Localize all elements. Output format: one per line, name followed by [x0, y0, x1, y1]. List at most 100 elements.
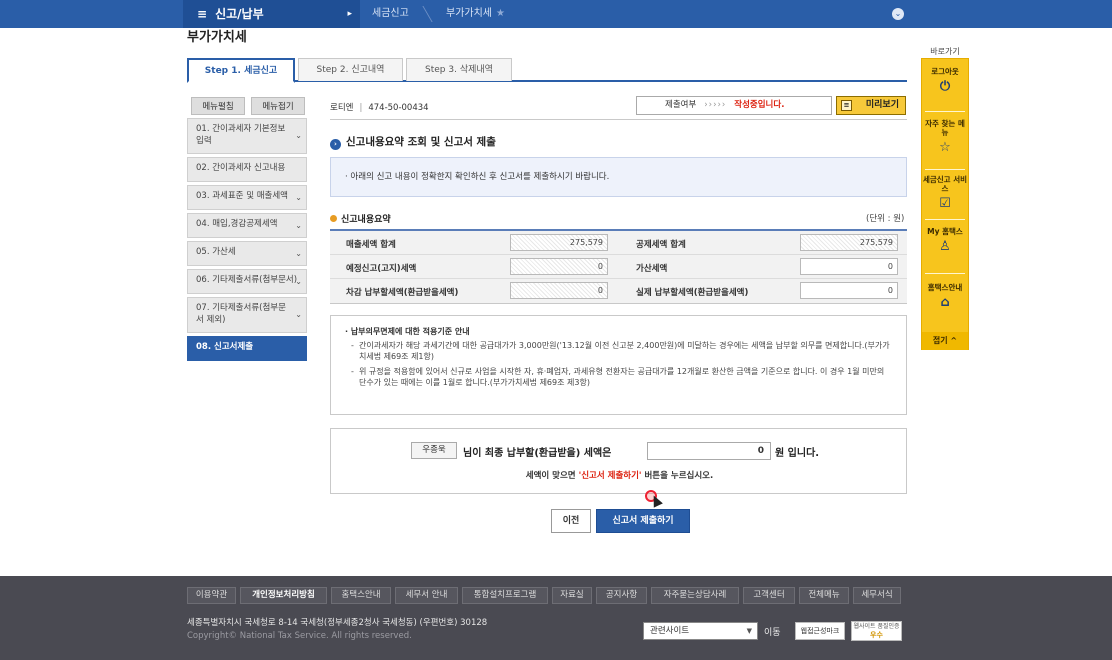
- final-tax-box: 우종욱 님이 최종 납부할(환급받을) 세액은 0 원 입니다. 세액이 맞으면…: [330, 428, 907, 494]
- footer-link-all-menu[interactable]: 전체메뉴: [799, 587, 849, 604]
- sidebar-item-label: 04. 매입,경감공제세액: [196, 219, 278, 229]
- preview-label: 미리보기: [865, 100, 899, 110]
- chevron-down-icon: ▼: [746, 627, 752, 635]
- menu-expand-button[interactable]: 메뉴펼침: [191, 97, 245, 115]
- quick-my-hometax-label: My 홈택스: [927, 227, 963, 236]
- star-icon[interactable]: ★: [496, 8, 505, 19]
- preview-button[interactable]: ≡ 미리보기: [836, 96, 906, 115]
- net-tax-value: 0: [510, 282, 608, 299]
- actual-tax-value: 0: [800, 282, 898, 299]
- footer-copyright: Copyright© National Tax Service. All rig…: [187, 631, 412, 641]
- output-tax-label: 매출세액 합계: [346, 240, 396, 250]
- quick-close-button[interactable]: 접기 ^: [922, 332, 968, 350]
- related-sites-value: 관련사이트: [650, 626, 690, 636]
- footer-link-hometax-guide[interactable]: 홈택스안내: [331, 587, 391, 604]
- quick-hometax-guide[interactable]: 홈택스안내 ⌂: [922, 283, 968, 311]
- quick-tax-service-label: 세금신고 서비스: [922, 175, 967, 193]
- prepaid-tax-value: 0: [510, 258, 608, 275]
- sidebar-item-submit[interactable]: 08. 신고서제출: [187, 336, 307, 361]
- row-divider: [330, 278, 907, 279]
- chevron-down-icon: ⌄: [295, 131, 302, 140]
- quick-hometax-guide-label: 홈택스안내: [927, 283, 963, 292]
- footer-link-tax-office[interactable]: 세무서 안내: [395, 587, 458, 604]
- deduction-tax-value: 275,579: [800, 234, 898, 251]
- submission-status: 제출여부 ››››› 작성중입니다.: [636, 96, 832, 115]
- footer-link-customer[interactable]: 고객센터: [743, 587, 795, 604]
- footer-link-forms[interactable]: 세무서식: [853, 587, 901, 604]
- divider: [925, 111, 965, 112]
- final-text-suffix: 원 입니다.: [775, 448, 820, 459]
- previous-button[interactable]: 이전: [551, 509, 591, 533]
- deduction-tax-label: 공제세액 합계: [636, 240, 686, 250]
- chevron-down-icon[interactable]: ⌄: [892, 8, 904, 20]
- footer-link-privacy[interactable]: 개인정보처리방침: [240, 587, 327, 604]
- quick-logout-label: 로그아웃: [931, 67, 959, 76]
- breadcrumb-vat[interactable]: 부가가치세 ★: [446, 0, 505, 28]
- summary-title: 신고내용요약: [330, 212, 391, 225]
- divider: [925, 219, 965, 220]
- quick-tax-service[interactable]: 세금신고 서비스 ☑: [922, 175, 968, 212]
- page-title: 부가가치세: [187, 30, 247, 45]
- quick-favorites[interactable]: 자주 찾는 메뉴 ☆: [922, 119, 968, 156]
- sidebar-item-label: 06. 기타제출서류(첨부문서): [196, 275, 298, 285]
- business-name: 로티엔: [330, 103, 354, 113]
- chevron-down-icon: ⌄: [295, 220, 302, 230]
- breadcrumb-vat-label: 부가가치세: [446, 8, 492, 19]
- top-navigation-bar: ≡ 신고/납부 ▸ 세금신고 부가가치세 ★ ⌄: [0, 0, 1112, 28]
- home-icon: ⌂: [940, 295, 950, 310]
- notice-box: · 아래의 신고 내용이 정확한지 확인하신 후 신고서를 제출하시기 바랍니다…: [330, 157, 907, 197]
- footer-link-terms[interactable]: 이용약관: [187, 587, 236, 604]
- quick-menu: 로그아웃 ⏻ 자주 찾는 메뉴 ☆ 세금신고 서비스 ☑ My 홈택스 ♙ 홈택…: [921, 58, 969, 350]
- caret-right-icon: ▸: [347, 9, 352, 19]
- guide-item: 위 규정을 적용함에 있어서 신규로 사업을 시작한 자, 휴·폐업자, 과세유…: [345, 366, 892, 388]
- business-number: 474-50-00434: [368, 103, 429, 113]
- submit-report-button[interactable]: 신고서 제출하기: [596, 509, 690, 533]
- mouse-pointer-icon: [649, 493, 663, 508]
- penalty-tax-value: 0: [800, 258, 898, 275]
- tab-step2[interactable]: Step 2. 신고내역: [298, 58, 403, 81]
- guide-item: 간이과세자가 해당 과세기간에 대한 공급대가가 3,000만원('13.12월…: [345, 340, 892, 362]
- quick-my-hometax[interactable]: My 홈택스 ♙: [922, 227, 968, 255]
- sidebar-item-basic-info[interactable]: 01. 간이과세자 기본정보 입력 ⌄: [187, 118, 307, 154]
- main-menu-label: 신고/납부: [215, 7, 264, 21]
- footer-link-library[interactable]: 자료실: [552, 587, 592, 604]
- taxpayer-name: 우종욱: [411, 442, 457, 459]
- quick-logout[interactable]: 로그아웃 ⏻: [922, 67, 968, 95]
- sidebar-item-label: 05. 가산세: [196, 247, 236, 257]
- footer-link-notice[interactable]: 공지사항: [596, 587, 647, 604]
- related-sites-select[interactable]: 관련사이트 ▼: [643, 622, 758, 640]
- confirm-suffix: 버튼을 누르십시오.: [644, 471, 714, 481]
- tab-step1[interactable]: Step 1. 세금신고: [187, 58, 295, 83]
- chevron-down-icon: ⌄: [295, 310, 302, 319]
- person-icon: ♙: [939, 239, 951, 254]
- sidebar-item-penalty[interactable]: 05. 가산세 ⌄: [187, 241, 307, 266]
- footer-link-faq[interactable]: 자주묻는상담사례: [651, 587, 739, 604]
- footer-link-install[interactable]: 통합설치프로그램: [462, 587, 548, 604]
- sidebar-item-other-docs[interactable]: 07. 기타제출서류(첨부문서 제외) ⌄: [187, 297, 307, 333]
- tab-step3[interactable]: Step 3. 삭제내역: [406, 58, 512, 81]
- menu-collapse-button[interactable]: 메뉴접기: [251, 97, 305, 115]
- sidebar-item-label: 03. 과세표준 및 매출세액: [196, 191, 289, 201]
- prepaid-tax-label: 예정신고(고지)세액: [346, 264, 417, 274]
- final-text: 님이 최종 납부할(환급받을) 세액은: [463, 448, 612, 459]
- chevron-down-icon: ⌄: [295, 276, 302, 286]
- move-button[interactable]: 이동: [764, 625, 781, 638]
- net-tax-label: 차감 납부할세액(환급받을세액): [346, 288, 459, 298]
- bullet-dot-icon: [330, 215, 337, 222]
- sidebar-item-tax-base[interactable]: 03. 과세표준 및 매출세액 ⌄: [187, 185, 307, 210]
- sidebar-item-deduction[interactable]: 04. 매입,경감공제세액 ⌄: [187, 213, 307, 238]
- summary-table: 매출세액 합계 275,579 공제세액 합계 275,579 예정신고(고지)…: [330, 229, 907, 304]
- final-tax-amount: 0: [647, 442, 771, 460]
- section-title-text: 신고내용요약 조회 및 신고서 제출: [346, 136, 496, 148]
- sidebar-item-attachments[interactable]: 06. 기타제출서류(첨부문서) ⌄: [187, 269, 307, 294]
- breadcrumb-tax-report[interactable]: 세금신고: [372, 0, 409, 28]
- document-icon: ≡: [841, 100, 852, 111]
- sidebar-item-label: 08. 신고서제출: [196, 342, 254, 352]
- sidebar-item-report-content[interactable]: 02. 간이과세자 신고내용: [187, 157, 307, 182]
- sidebar-item-label: 02. 간이과세자 신고내용: [196, 163, 286, 173]
- logout-icon: ⏻: [939, 79, 951, 94]
- section-title: › 신고내용요약 조회 및 신고서 제출: [330, 134, 496, 150]
- arrow-bullet-icon: ›: [330, 139, 341, 150]
- main-menu-button[interactable]: ≡ 신고/납부 ▸: [183, 0, 360, 28]
- penalty-tax-label: 가산세액: [636, 264, 668, 274]
